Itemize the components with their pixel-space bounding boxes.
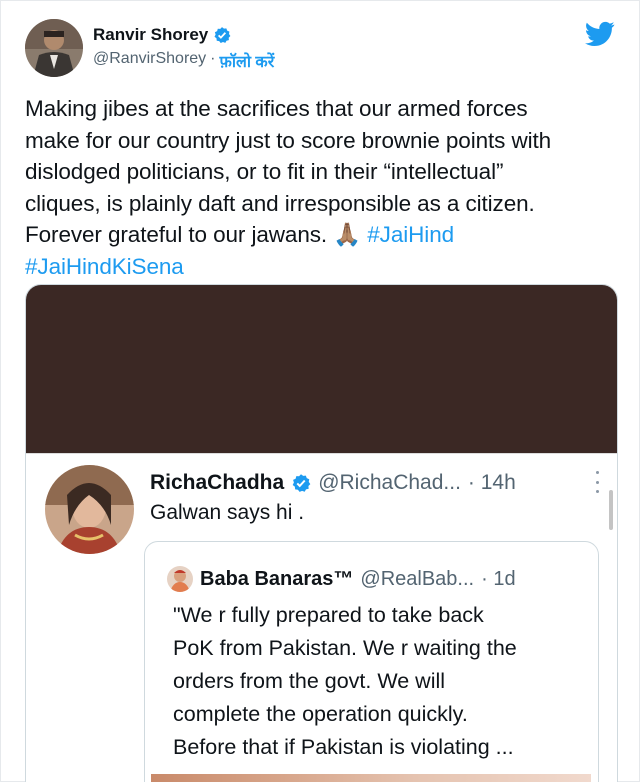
nested-quote-author-name[interactable]: Baba Banaras™	[200, 568, 353, 591]
author-handle[interactable]: @RanvirShorey	[93, 50, 206, 72]
tweet-text-line: make for our country just to score brown…	[25, 127, 552, 153]
hashtag-link[interactable]: #JaiHindKiSena	[25, 254, 184, 279]
nested-quote-timestamp[interactable]: · 1d	[481, 568, 515, 591]
tweet-text-line: cliques, is plainly daft and irresponsib…	[25, 190, 535, 216]
more-options-icon[interactable]	[594, 471, 600, 493]
author-name[interactable]: Ranvir Shorey	[93, 25, 208, 45]
nested-quote-line: orders from the govt. We will	[173, 669, 446, 693]
separator-dot: ·	[210, 50, 216, 67]
nested-quote-avatar[interactable]	[167, 566, 193, 592]
nested-quote-text: "We r fully prepared to take back PoK fr…	[173, 599, 593, 764]
tweet-text-line: Forever grateful to our jawans. 🙏🏽 #JaiH…	[25, 219, 625, 251]
nested-quote[interactable]: Baba Banaras™ @RealBab... · 1d "We r ful…	[144, 541, 599, 782]
tweet-text-line: #JaiHindKiSena	[25, 251, 625, 283]
twitter-bird-icon[interactable]	[585, 21, 615, 47]
quoted-text: Galwan says hi .	[150, 501, 305, 524]
nested-quote-header: Baba Banaras™ @RealBab... · 1d	[167, 566, 516, 592]
author-name-row: Ranvir Shorey	[93, 25, 231, 45]
tweet-text-line: dislodged politicians, or to fit in thei…	[25, 159, 504, 184]
tweet-text-line-end: Forever grateful to our jawans. 🙏🏽	[25, 222, 368, 247]
author-avatar[interactable]	[25, 19, 83, 77]
nested-quote-line: "We r fully prepared to take back	[173, 603, 484, 627]
nested-quote-author-handle[interactable]: @RealBab...	[360, 568, 474, 591]
media-dark-banner	[26, 285, 617, 453]
nested-quote-line: complete the operation quickly.	[173, 702, 468, 726]
nested-quote-line: Before that if Pakistan is violating ...	[173, 735, 514, 759]
quoted-timestamp[interactable]: · 14h	[468, 471, 516, 495]
quoted-author-name[interactable]: RichaChadha	[150, 471, 284, 495]
scrollbar[interactable]	[609, 490, 613, 530]
nested-quote-media[interactable]	[151, 774, 591, 782]
hashtag-link[interactable]: #JaiHind	[367, 222, 454, 247]
quoted-header: RichaChadha @RichaChad... · 14h	[150, 471, 516, 495]
quoted-author-handle[interactable]: @RichaChad...	[318, 471, 461, 495]
attached-media[interactable]: RichaChadha @RichaChad... · 14h Galwan s…	[25, 284, 618, 782]
verified-badge-icon	[214, 27, 231, 44]
nested-quote-line: PoK from Pakistan. We r waiting the	[173, 636, 517, 660]
tweet-text-line: Making jibes at the sacrifices that our …	[25, 96, 528, 121]
tweet-card: Ranvir Shorey @RanvirShorey · फ़ॉलो करें…	[0, 0, 640, 782]
media-divider	[26, 453, 617, 454]
quoted-avatar[interactable]	[45, 465, 134, 554]
author-handle-row: @RanvirShorey · फ़ॉलो करें	[93, 50, 274, 72]
follow-button[interactable]: फ़ॉलो करें	[220, 50, 275, 72]
verified-badge-icon	[292, 474, 311, 492]
tweet-text: Making jibes at the sacrifices that our …	[25, 93, 625, 282]
